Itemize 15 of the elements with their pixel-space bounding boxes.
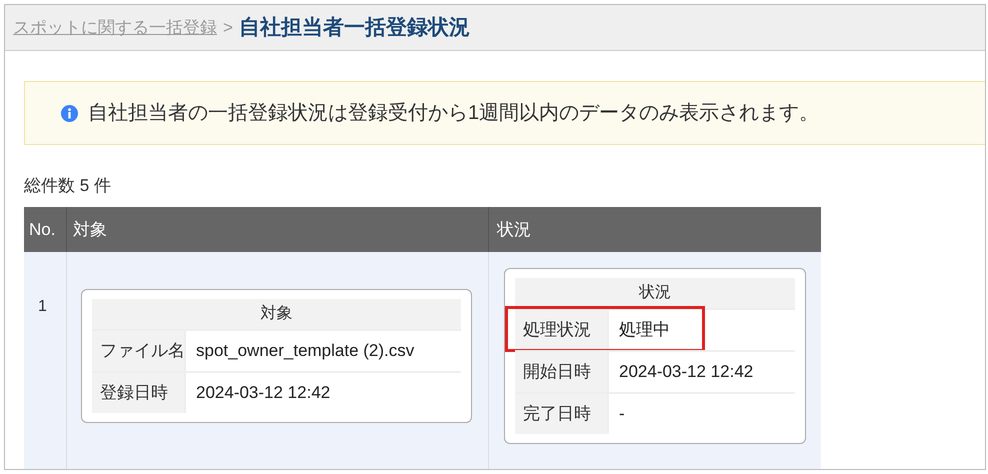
page-title: 自社担当者一括登録状況 xyxy=(238,14,470,41)
breadcrumb-link[interactable]: スポットに関する一括登録 xyxy=(13,14,217,40)
row-number: 1 xyxy=(38,297,47,317)
card-title: 状況 xyxy=(515,278,795,308)
breadcrumb-separator: > xyxy=(223,16,233,39)
field-label: ファイル名 xyxy=(92,331,184,371)
field-label: 完了日時 xyxy=(515,394,607,434)
field-label: 登録日時 xyxy=(92,373,184,413)
field-label: 処理状況 xyxy=(515,310,607,350)
card-title: 対象 xyxy=(92,299,461,329)
notice-text: 自社担当者の一括登録状況は登録受付から1週間以内のデータのみ表示されます。 xyxy=(88,101,820,126)
total-count: 総件数 5 件 xyxy=(24,175,112,197)
column-header: 状況 xyxy=(496,218,532,241)
field-label: 開始日時 xyxy=(515,352,607,392)
info-icon xyxy=(61,104,78,122)
